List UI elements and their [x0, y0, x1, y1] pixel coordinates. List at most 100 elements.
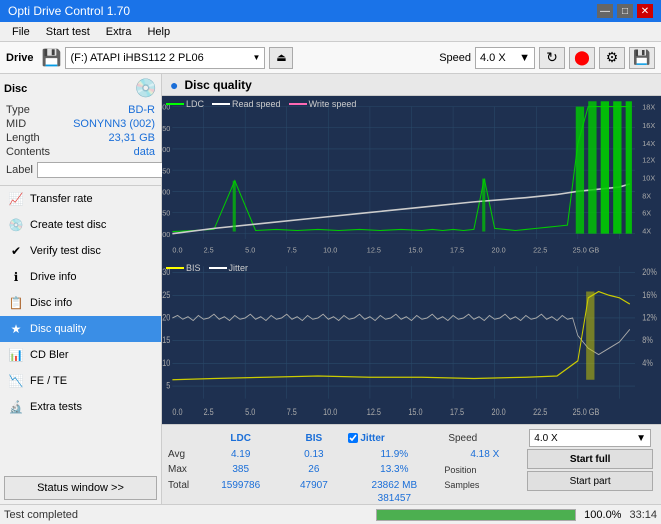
nav-items: 📈 Transfer rate 💿 Create test disc ✔ Ver…	[0, 186, 161, 472]
sidebar-item-disc-quality[interactable]: ★ Disc quality	[0, 316, 161, 342]
sidebar-item-extra-tests[interactable]: 🔬 Extra tests	[0, 394, 161, 420]
top-chart-svg: 400 350 300 250 200 150 100 18X 16X 14X …	[162, 96, 661, 260]
stats-bar: LDC BIS Jitter Speed	[162, 424, 661, 504]
disc-mid-value: SONYNN3 (002)	[73, 118, 155, 130]
charts-container: LDC Read speed Write speed	[162, 96, 661, 504]
svg-text:8X: 8X	[642, 192, 651, 201]
svg-text:250: 250	[162, 166, 170, 175]
disc-label-label: Label	[6, 164, 33, 176]
svg-text:7.5: 7.5	[287, 246, 297, 255]
disc-contents-value: data	[134, 146, 155, 158]
svg-text:0.0: 0.0	[172, 408, 183, 418]
max-label: Max	[168, 462, 198, 477]
bis-header: BIS	[283, 429, 344, 447]
svg-text:4X: 4X	[642, 227, 651, 236]
svg-text:5: 5	[166, 381, 170, 391]
disc-icon: 💿	[135, 78, 157, 99]
sidebar-item-transfer-rate[interactable]: 📈 Transfer rate	[0, 186, 161, 212]
speed-combo-arrow: ▼	[519, 52, 530, 64]
sidebar-item-create-test-disc[interactable]: 💿 Create test disc	[0, 212, 161, 238]
disc-header: Disc 💿	[4, 78, 157, 99]
total-label: Total	[168, 478, 198, 493]
svg-text:200: 200	[162, 187, 170, 196]
drive-combo[interactable]: (F:) ATAPI iHBS112 2 PL06 ▼	[65, 47, 265, 69]
sidebar-item-cd-bler[interactable]: 📊 CD Bler	[0, 342, 161, 368]
toolbar: Drive 💾 (F:) ATAPI iHBS112 2 PL06 ▼ ⏏ Sp…	[0, 42, 661, 74]
drive-combo-arrow: ▼	[253, 53, 261, 62]
svg-text:2.5: 2.5	[204, 246, 214, 255]
drive-icon: 💾	[42, 48, 62, 68]
verify-test-disc-label: Verify test disc	[30, 245, 101, 257]
svg-text:300: 300	[162, 145, 170, 154]
svg-text:22.5: 22.5	[533, 408, 548, 418]
content-header: ● Disc quality	[162, 74, 661, 96]
fe-te-icon: 📉	[8, 373, 24, 389]
total-bis: 47907	[283, 478, 344, 493]
svg-text:20: 20	[162, 313, 171, 323]
sidebar-item-disc-info[interactable]: 📋 Disc info	[0, 290, 161, 316]
ldc-header: LDC	[198, 429, 283, 447]
extra-tests-label: Extra tests	[30, 401, 82, 413]
eject-button[interactable]: ⏏	[269, 47, 293, 69]
svg-text:16X: 16X	[642, 121, 655, 130]
svg-text:15.0: 15.0	[408, 246, 422, 255]
top-chart-legend: LDC Read speed Write speed	[166, 99, 356, 109]
speed-result-combo[interactable]: 4.0 X ▼	[529, 429, 651, 447]
create-test-disc-label: Create test disc	[30, 219, 106, 231]
svg-text:20%: 20%	[642, 268, 657, 278]
menu-extra[interactable]: Extra	[98, 24, 140, 40]
jitter-legend-line	[209, 267, 227, 269]
disc-label-input[interactable]	[37, 162, 171, 178]
read-speed-legend: Read speed	[212, 99, 281, 109]
refresh-button[interactable]: ↻	[539, 47, 565, 69]
samples-row: 381457	[168, 493, 655, 504]
settings-button[interactable]: ⚙	[599, 47, 625, 69]
disc-label-row: Label ✎	[4, 159, 157, 181]
save-button[interactable]: 💾	[629, 47, 655, 69]
sidebar-item-drive-info[interactable]: ℹ Drive info	[0, 264, 161, 290]
svg-text:6X: 6X	[642, 209, 651, 218]
disc-type-label: Type	[6, 104, 30, 116]
avg-speed: 4.18 X	[444, 447, 525, 462]
record-button[interactable]: ⬤	[569, 47, 595, 69]
disc-quality-header-icon: ●	[170, 77, 178, 93]
cd-bler-label: CD Bler	[30, 349, 69, 361]
main-layout: Disc 💿 Type BD-R MID SONYNN3 (002) Lengt…	[0, 74, 661, 504]
sidebar-item-fe-te[interactable]: 📉 FE / TE	[0, 368, 161, 394]
menu-start-test[interactable]: Start test	[38, 24, 98, 40]
fe-te-label: FE / TE	[30, 375, 67, 387]
menu-help[interactable]: Help	[139, 24, 178, 40]
disc-length-label: Length	[6, 132, 40, 144]
speed-combo[interactable]: 4.0 X ▼	[475, 47, 535, 69]
start-part-button[interactable]: Start part	[527, 471, 653, 491]
ldc-legend: LDC	[166, 99, 204, 109]
disc-mid-label: MID	[6, 118, 26, 130]
svg-text:25.0 GB: 25.0 GB	[573, 408, 600, 418]
status-window-button[interactable]: Status window >>	[4, 476, 157, 500]
svg-text:20.0: 20.0	[492, 246, 506, 255]
bottom-chart: BIS Jitter	[162, 260, 661, 424]
disc-quality-icon: ★	[8, 321, 24, 337]
maximize-button[interactable]: □	[617, 4, 633, 18]
svg-text:15: 15	[162, 336, 171, 346]
svg-text:12.5: 12.5	[367, 408, 382, 418]
titlebar-title: Opti Drive Control 1.70	[8, 4, 130, 18]
jitter-checkbox[interactable]	[348, 433, 358, 443]
read-speed-legend-line	[212, 103, 230, 105]
minimize-button[interactable]: —	[597, 4, 613, 18]
svg-text:25: 25	[162, 290, 171, 300]
svg-text:10X: 10X	[642, 174, 655, 183]
max-bis: 26	[283, 462, 344, 477]
disc-section: Disc 💿 Type BD-R MID SONYNN3 (002) Lengt…	[0, 74, 161, 186]
sidebar-item-verify-test-disc[interactable]: ✔ Verify test disc	[0, 238, 161, 264]
menu-file[interactable]: File	[4, 24, 38, 40]
start-full-button[interactable]: Start full	[527, 449, 653, 469]
avg-jitter: 11.9%	[344, 447, 444, 462]
drive-info-label: Drive info	[30, 271, 76, 283]
avg-bis: 0.13	[283, 447, 344, 462]
close-button[interactable]: ✕	[637, 4, 653, 18]
progress-fill	[377, 510, 575, 520]
status-time: 33:14	[629, 509, 657, 521]
transfer-rate-label: Transfer rate	[30, 193, 93, 205]
jitter-checkbox-label[interactable]: Jitter	[348, 433, 440, 444]
